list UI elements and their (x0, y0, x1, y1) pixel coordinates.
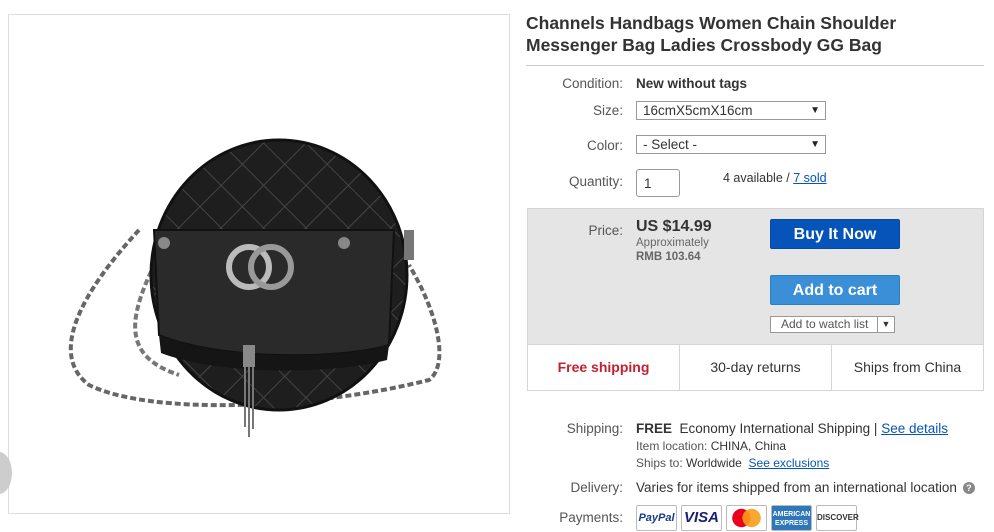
feature-returns: 30-day returns (680, 345, 832, 390)
delivery-value: Varies for items shipped from an interna… (636, 480, 975, 495)
size-select[interactable]: 16cmX5cmX16cm ▼ (636, 101, 826, 120)
item-location: Item location: CHINA, China (636, 439, 786, 453)
title-divider (526, 65, 984, 66)
price-approx-label: Approximately (636, 237, 709, 249)
feature-ships-from: Ships from China (853, 359, 962, 375)
ships-to-value: Worldwide (686, 456, 742, 470)
color-select[interactable]: - Select - ▼ (636, 135, 826, 154)
visa-logo-icon: VISA (681, 505, 722, 531)
condition-value: New without tags (636, 76, 747, 91)
add-to-watch-list-button[interactable]: Add to watch list ▼ (770, 316, 895, 333)
help-icon[interactable]: ? (962, 482, 975, 494)
add-to-cart-button[interactable]: Add to cart (770, 275, 900, 305)
feature-strip: Free shipping 30-day returns Ships from … (528, 344, 983, 390)
chevron-down-icon[interactable]: ▼ (877, 316, 894, 333)
product-image-panel[interactable] (8, 14, 510, 514)
shipping-free: FREE (636, 421, 673, 436)
product-title: Channels Handbags Women Chain Shoulder M… (526, 13, 897, 55)
sold-count-link[interactable]: 7 sold (793, 171, 826, 185)
see-details-link[interactable]: See details (881, 421, 948, 436)
shipping-label: Shipping: (566, 421, 623, 436)
ships-to-label: Ships to: (636, 456, 683, 470)
condition-label: Condition: (562, 76, 623, 91)
black-quilted-round-crossbody-bag-image (68, 138, 442, 437)
shipping-method: Economy International Shipping | (679, 421, 878, 436)
delivery-label: Delivery: (570, 480, 623, 495)
price-converted: RMB 103.64 (636, 251, 701, 263)
chevron-down-icon: ▼ (810, 105, 820, 116)
payments-label: Payments: (559, 510, 623, 525)
availability-info: 4 available / 7 sold (723, 171, 827, 185)
color-label: Color: (586, 138, 623, 153)
amex-logo-icon: AMERICAN EXPRESS (771, 505, 812, 531)
quantity-label: Quantity: (568, 174, 623, 189)
available-count: 4 available / (723, 171, 790, 185)
delivery-text: Varies for items shipped from an interna… (636, 480, 957, 495)
size-select-value: 16cmX5cmX16cm (643, 103, 753, 118)
item-location-label: Item location: (636, 439, 708, 453)
price-value: US $14.99 (636, 218, 712, 235)
size-label: Size: (592, 103, 623, 118)
ships-to: Ships to: Worldwide See exclusions (636, 456, 829, 470)
quantity-input[interactable]: 1 (636, 169, 680, 197)
shipping-info: FREE Economy International Shipping | Se… (636, 421, 948, 436)
discover-logo-icon: DISCOVER (816, 505, 859, 531)
color-select-value: - Select - (643, 137, 698, 152)
feature-free-shipping: Free shipping (528, 345, 680, 390)
item-location-value: CHINA, China (710, 439, 787, 453)
payment-methods: PayPal VISA AMERICAN EXPRESS DISCOVER (636, 505, 859, 531)
paypal-logo-icon: PayPal (636, 505, 677, 531)
see-exclusions-link[interactable]: See exclusions (749, 456, 830, 470)
price-label: Price: (588, 223, 623, 238)
watch-list-label: Add to watch list (781, 317, 869, 331)
mastercard-circles (732, 508, 761, 528)
buy-it-now-button[interactable]: Buy It Now (770, 219, 900, 249)
chevron-down-icon: ▼ (810, 139, 820, 150)
mastercard-logo-icon (726, 505, 767, 531)
